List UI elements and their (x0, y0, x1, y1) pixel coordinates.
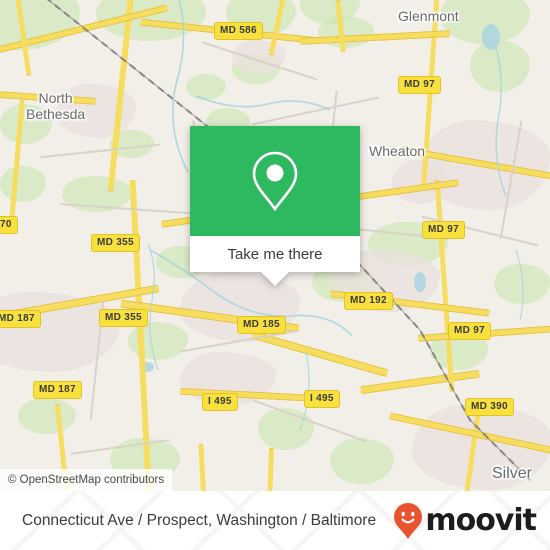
highway-shield: MD 192 (344, 292, 393, 310)
take-me-there-label: Take me there (227, 245, 323, 263)
footer-bar: Connecticut Ave / Prospect, Washington /… (0, 491, 550, 550)
highway-shield: MD 97 (398, 76, 441, 94)
osm-attribution[interactable]: © OpenStreetMap contributors (0, 469, 173, 491)
highway-shield: MD 97 (422, 221, 465, 239)
highway-shield: MD 355 (91, 234, 140, 252)
stop-title: Connecticut Ave / Prospect, Washington /… (22, 511, 377, 529)
take-me-there-callout[interactable]: Take me there (190, 126, 360, 286)
highway-shield: MD 187 (33, 381, 82, 399)
moovit-brand[interactable]: moovit (393, 502, 537, 540)
map-canvas[interactable]: Glenmont North Bethesda Wheaton Silver M… (0, 0, 550, 491)
callout-pointer (261, 272, 289, 286)
highway-shield: MD 355 (99, 309, 148, 327)
callout-pin-panel (190, 126, 360, 236)
footer-content: Connecticut Ave / Prospect, Washington /… (0, 491, 550, 550)
highway-shield: MD 187 (0, 310, 41, 328)
moovit-wordmark: moovit (425, 503, 537, 538)
callout-action-panel[interactable]: Take me there (190, 236, 360, 272)
highway-shield: MD 97 (448, 322, 491, 340)
highway-shield: MD 390 (465, 398, 514, 416)
highway-shield: I 495 (202, 393, 238, 411)
map-pin-icon (252, 151, 298, 212)
highway-shield: I 495 (304, 390, 340, 408)
highway-shield: 70 (0, 216, 18, 234)
map-screenshot: Glenmont North Bethesda Wheaton Silver M… (0, 0, 550, 550)
highway-shield: MD 185 (237, 316, 286, 334)
moovit-smiley-pin-icon (394, 502, 423, 539)
highway-shield: MD 586 (214, 22, 263, 40)
